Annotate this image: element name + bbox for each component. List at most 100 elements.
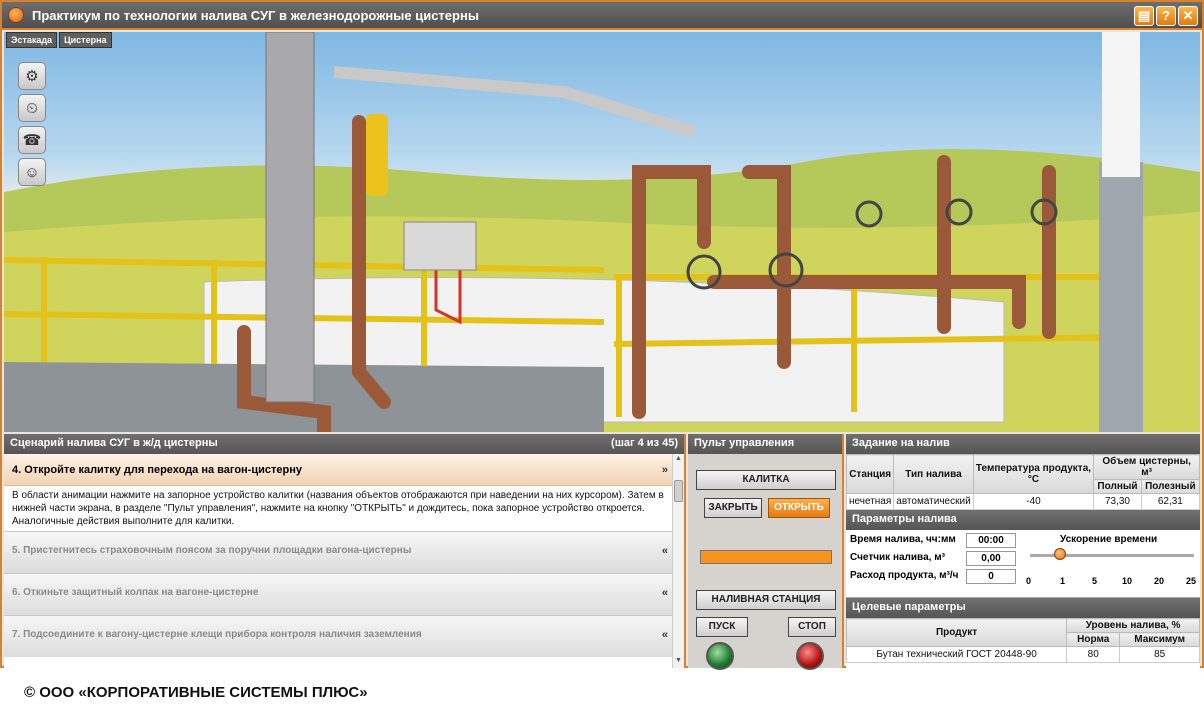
- col-level: Уровень налива, %: [1066, 618, 1200, 633]
- start-button[interactable]: ПУСК: [696, 617, 748, 637]
- scenario-title: Сценарий налива СУГ в ж/д цистерны: [10, 437, 218, 449]
- scenario-header: Сценарий налива СУГ в ж/д цистерны (шаг …: [4, 434, 684, 454]
- tick-label: 0: [1026, 576, 1032, 586]
- title-bar: Практикум по технологии налива СУГ в жел…: [2, 2, 1202, 30]
- cell-useful: 62,31: [1140, 493, 1201, 510]
- accel-slider-knob[interactable]: [1054, 548, 1066, 560]
- control-header: Пульт управления: [688, 434, 842, 454]
- step-counter: (шаг 4 из 45): [611, 437, 678, 449]
- close-gate-button[interactable]: ЗАКРЫТЬ: [704, 498, 762, 518]
- params-title: Параметры налива: [852, 513, 957, 525]
- hatch[interactable]: [403, 221, 477, 271]
- scene-illustration[interactable]: [4, 32, 1200, 432]
- params-header: Параметры налива: [846, 510, 1200, 530]
- close-icon[interactable]: ✕: [1178, 6, 1198, 26]
- cell-full: 73,30: [1093, 493, 1142, 510]
- col-max: Максимум: [1119, 632, 1200, 647]
- task-title: Задание на налив: [852, 437, 950, 449]
- col-temperature: Температура продукта, °С: [972, 454, 1095, 494]
- cell-temperature: -40: [972, 493, 1095, 510]
- grey-pipe: [1099, 162, 1143, 432]
- app-title: Практикум по технологии налива СУГ в жел…: [32, 8, 479, 23]
- scenario-panel: Сценарий налива СУГ в ж/д цистерны (шаг …: [4, 434, 686, 668]
- flow-value: 0: [966, 569, 1016, 584]
- step-label: 6. Откиньте защитный колпак на вагоне-ци…: [12, 587, 259, 598]
- col-product: Продукт: [845, 618, 1068, 647]
- copyright-text: © ООО «КОРПОРАТИВНЫЕ СИСТЕМЫ ПЛЮС»: [24, 684, 368, 701]
- list-item-step-7[interactable]: 7. Подсоедините к вагону-цистерне клещи …: [4, 615, 684, 657]
- view-tabs: Эстакада Цистерна: [6, 32, 112, 48]
- scene-tools: ⚙ ⏲ ☎ ☺: [18, 62, 46, 186]
- col-fill-type: Тип налива: [893, 454, 974, 494]
- bottom-panels: Сценарий налива СУГ в ж/д цистерны (шаг …: [4, 434, 1201, 670]
- expand-chevron-icon[interactable]: «: [662, 587, 668, 599]
- list-item-step-5[interactable]: 5. Пристегнитесь страховочным поясом за …: [4, 531, 684, 573]
- insulated-pipe: [1102, 32, 1140, 177]
- tick-label: 1: [1060, 576, 1066, 586]
- params-block: Время налива, чч:мм 00:00 Счетчик налива…: [846, 530, 1200, 598]
- yellow-hose-unit[interactable]: [366, 114, 388, 196]
- control-title: Пульт управления: [694, 437, 795, 449]
- step-label: 5. Пристегнитесь страховочным поясом за …: [12, 545, 412, 556]
- col-useful: Полезный: [1140, 479, 1201, 494]
- task-header: Задание на налив: [846, 434, 1200, 454]
- worker-icon[interactable]: ☺: [18, 158, 46, 186]
- tick-label: 5: [1092, 576, 1098, 586]
- counter-value: 0,00: [966, 551, 1016, 566]
- stop-button[interactable]: СТОП: [788, 617, 836, 637]
- collapse-chevron-icon[interactable]: »: [662, 464, 668, 476]
- cell-max: 85: [1119, 646, 1200, 663]
- target-header: Целевые параметры: [846, 598, 1200, 618]
- notes-icon[interactable]: ▤: [1134, 6, 1154, 26]
- gate-progress-bar: [700, 550, 832, 564]
- open-gate-button[interactable]: ОТКРЫТЬ: [768, 498, 830, 518]
- col-station: Станция: [845, 454, 895, 494]
- app-logo-icon: [8, 7, 24, 23]
- flow-label: Расход продукта, м³/ч: [850, 570, 959, 581]
- active-step-description: В области анимации нажмите на запорное у…: [12, 490, 664, 527]
- step-label: 7. Подсоедините к вагону-цистерне клещи …: [12, 629, 422, 640]
- scroll-up-icon[interactable]: ▲: [674, 455, 683, 465]
- target-title: Целевые параметры: [852, 601, 966, 613]
- tick-label: 25: [1186, 576, 1197, 586]
- 3d-scene-view[interactable]: [4, 32, 1200, 432]
- phone-icon[interactable]: ☎: [18, 126, 46, 154]
- table-row: нечетная автоматический -40 73,30 62,31: [845, 493, 1201, 510]
- gas-column[interactable]: [265, 32, 315, 403]
- col-full: Полный: [1093, 479, 1142, 494]
- active-step[interactable]: 4. Откройте калитку для перехода на ваго…: [4, 454, 684, 486]
- col-volume: Объем цистерны, м³: [1093, 454, 1200, 480]
- cell-product: Бутан технический ГОСТ 20448-90: [845, 646, 1068, 663]
- stop-lamp[interactable]: [796, 642, 824, 670]
- app-window: Практикум по технологии налива СУГ в жел…: [0, 0, 1204, 670]
- target-table: Продукт Уровень налива, % Норма Максимум…: [845, 618, 1200, 663]
- counter-label: Счетчик налива, м³: [850, 552, 945, 563]
- scrollbar[interactable]: ▲ ▼: [672, 454, 684, 668]
- object-label: КАЛИТКА: [696, 470, 836, 490]
- help-icon[interactable]: ?: [1156, 6, 1176, 26]
- cell-fill-type: автоматический: [893, 493, 974, 510]
- station-label: НАЛИВНАЯ СТАНЦИЯ: [696, 590, 836, 610]
- start-lamp[interactable]: [706, 642, 734, 670]
- tick-label: 20: [1154, 576, 1165, 586]
- list-item-step-6[interactable]: 6. Откиньте защитный колпак на вагоне-ци…: [4, 573, 684, 615]
- time-label: Время налива, чч:мм: [850, 534, 956, 545]
- active-step-label: 4. Откройте калитку для перехода на ваго…: [12, 464, 302, 476]
- tab-cistern[interactable]: Цистерна: [59, 32, 112, 48]
- tab-estakada[interactable]: Эстакада: [6, 32, 58, 48]
- tick-label: 10: [1122, 576, 1133, 586]
- pressure-gauge-icon[interactable]: ⏲: [18, 94, 46, 122]
- accel-label: Ускорение времени: [1060, 534, 1158, 545]
- scroll-thumb[interactable]: [674, 480, 683, 502]
- valve-wheel-icon[interactable]: ⚙: [18, 62, 46, 90]
- scroll-down-icon[interactable]: ▼: [674, 657, 683, 667]
- task-table: Станция Тип налива Температура продукта,…: [845, 454, 1201, 510]
- table-row: Бутан технический ГОСТ 20448-90 80 85: [845, 646, 1200, 663]
- cell-station: нечетная: [845, 493, 895, 510]
- col-norm: Норма: [1066, 632, 1121, 647]
- info-panel: Задание на налив Станция Тип налива Темп…: [845, 434, 1201, 668]
- expand-chevron-icon[interactable]: «: [662, 545, 668, 557]
- expand-chevron-icon[interactable]: «: [662, 629, 668, 641]
- time-value: 00:00: [966, 533, 1016, 548]
- cell-norm: 80: [1066, 646, 1121, 663]
